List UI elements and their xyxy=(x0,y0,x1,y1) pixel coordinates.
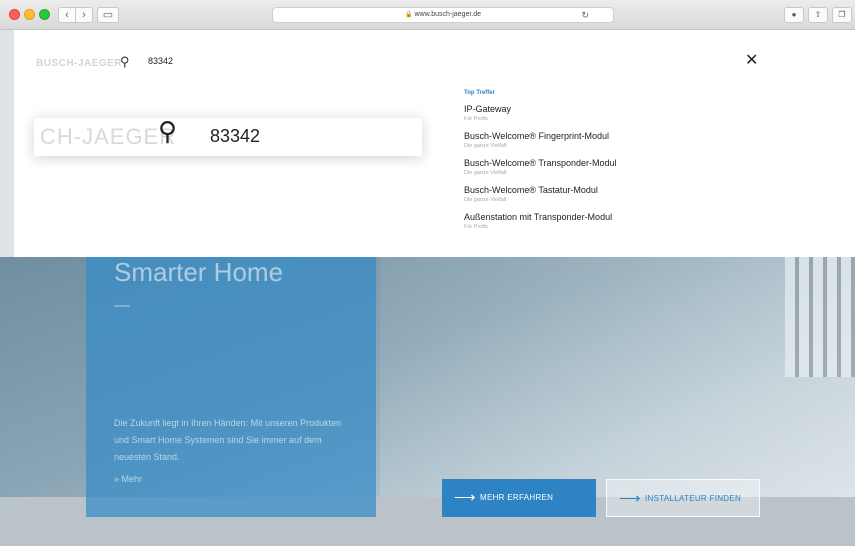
hero-more-link[interactable]: » Mehr xyxy=(114,474,142,484)
address-bar[interactable]: 🔒 www.busch-jaeger.de ↻ xyxy=(272,7,614,23)
result-item[interactable]: Busch-Welcome® Tastatur-Modul Die ganze … xyxy=(464,185,764,204)
result-item[interactable]: Busch-Welcome® Fingerprint-Modul Die gan… xyxy=(464,131,764,150)
installateur-finden-button[interactable]: ⟶ INSTALLATEUR FINDEN xyxy=(606,479,760,517)
tabs-icon[interactable]: ❐ xyxy=(832,7,852,23)
result-item[interactable]: IP-Gateway Für Profis xyxy=(464,104,764,123)
privacy-icon[interactable]: ● xyxy=(784,7,804,23)
hero-description: Die Zukunft liegt in Ihren Händen: Mit u… xyxy=(114,418,342,462)
result-subtitle: Die ganze Vielfalt xyxy=(464,197,507,203)
close-icon[interactable]: ✕ xyxy=(745,50,758,70)
hero-decoration xyxy=(785,257,855,377)
search-icon: ⚲ xyxy=(158,116,178,146)
search-zoom-callout: CH-JAEGER ⚲ 83342 xyxy=(34,116,422,156)
window-close-button[interactable] xyxy=(9,9,20,20)
arrow-right-icon: ⟶ xyxy=(619,490,641,507)
result-item[interactable]: Außenstation mit Transponder-Modul Für P… xyxy=(464,212,764,231)
hero-teaser-panel: Smarter Home — Die Zukunft liegt in Ihre… xyxy=(86,257,376,517)
search-query-large: 83342 xyxy=(210,126,261,146)
window-zoom-button[interactable] xyxy=(39,9,50,20)
result-item[interactable]: Busch-Welcome® Transponder-Modul Die gan… xyxy=(464,158,764,177)
result-title: Außenstation mit Transponder-Modul xyxy=(464,212,613,222)
cta-primary-label: MEHR ERFAHREN xyxy=(480,493,554,502)
search-input[interactable]: 83342 xyxy=(148,56,173,66)
hero-title: Smarter Home xyxy=(114,257,284,287)
logo-ghost-large: CH-JAEGER xyxy=(40,124,177,149)
result-title: Busch-Welcome® Fingerprint-Modul xyxy=(464,131,610,141)
hero-divider: — xyxy=(114,297,130,314)
result-title: Busch-Welcome® Transponder-Modul xyxy=(464,158,617,168)
result-subtitle: Für Profis xyxy=(464,224,488,230)
search-results: Top Treffer IP-Gateway Für Profis Busch-… xyxy=(464,90,764,239)
address-text: www.busch-jaeger.de xyxy=(414,11,482,18)
cta-secondary-label: INSTALLATEUR FINDEN xyxy=(645,494,742,503)
result-subtitle: Die ganze Vielfalt xyxy=(464,143,507,149)
results-heading: Top Treffer xyxy=(464,90,495,96)
result-title: Busch-Welcome® Tastatur-Modul xyxy=(464,185,598,195)
forward-button[interactable]: › xyxy=(75,7,93,23)
result-subtitle: Für Profis xyxy=(464,116,488,122)
logo-ghost: BUSCH-JAEGER xyxy=(36,58,123,69)
browser-toolbar: ‹ › ▭ 🔒 www.busch-jaeger.de ↻ ● ⇧ ❐ xyxy=(0,0,855,30)
search-overlay: BUSCH-JAEGER ⚲ 83342 ✕ CH-JAEGER ⚲ 83342… xyxy=(14,30,855,257)
reload-icon[interactable]: ↻ xyxy=(581,8,589,22)
search-icon: ⚲ xyxy=(120,54,130,69)
result-title: IP-Gateway xyxy=(464,104,512,114)
result-subtitle: Die ganze Vielfalt xyxy=(464,170,507,176)
mehr-erfahren-button[interactable]: ⟶ MEHR ERFAHREN xyxy=(442,479,596,517)
window-minimize-button[interactable] xyxy=(24,9,35,20)
back-button[interactable]: ‹ xyxy=(58,7,76,23)
sidebar-toggle-icon[interactable]: ▭ xyxy=(97,7,119,23)
arrow-right-icon: ⟶ xyxy=(454,489,476,506)
share-icon[interactable]: ⇧ xyxy=(808,7,828,23)
lock-icon: 🔒 xyxy=(404,12,413,18)
